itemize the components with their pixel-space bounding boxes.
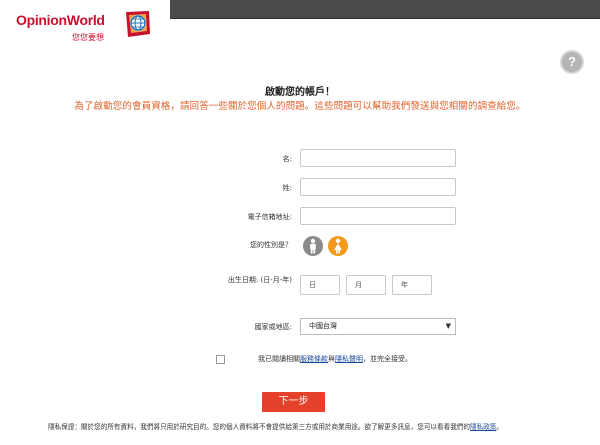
privacy-guarantee-text: 隱私保證：關於您的所有資料，我們將只用於研究目的。您的個人資料將不會提供給第三方… xyxy=(48,423,503,431)
email-label: 電子信箱地址: xyxy=(247,213,292,221)
country-select[interactable]: 中國台灣 ▼ xyxy=(300,318,456,335)
dob-day-field[interactable]: 日 xyxy=(300,275,340,295)
last-name-field[interactable] xyxy=(300,178,456,196)
page-subtitle: 為了啟動您的會員資格，請回答一些關於您個人的問題。這些問題可以幫助我們發送與您相… xyxy=(74,101,526,112)
last-name-label: 姓: xyxy=(282,184,292,192)
gender-label: 您的性別是？ xyxy=(250,241,292,249)
male-icon xyxy=(310,238,316,254)
privacy-statement-link[interactable]: 隱私聲明 xyxy=(335,355,363,363)
first-name-label: 名: xyxy=(282,155,292,163)
female-gender-button[interactable] xyxy=(328,236,348,256)
terms-agreement-text: 我已閱讀相關服務條款與隱私聲明，並完全接受。 xyxy=(258,355,412,363)
dob-label: 出生日期: (日-月-年) xyxy=(227,276,292,284)
logo-wordmark: OpinionWorld xyxy=(16,12,105,28)
female-icon xyxy=(334,238,342,254)
help-icon[interactable]: ? xyxy=(560,50,584,74)
country-label: 國家或地區: xyxy=(254,323,292,331)
globe-icon xyxy=(126,11,150,37)
page-title: 啟動您的帳戶！ xyxy=(265,87,335,98)
first-name-field[interactable] xyxy=(300,149,456,167)
terms-of-service-link[interactable]: 服務條款 xyxy=(300,355,328,363)
dob-month-field[interactable]: 月 xyxy=(346,275,386,295)
terms-checkbox[interactable] xyxy=(216,355,225,364)
dob-year-field[interactable]: 年 xyxy=(392,275,432,295)
next-button[interactable]: 下一步 xyxy=(262,392,325,412)
logo-tagline: 您您要想 xyxy=(72,33,104,42)
privacy-policy-link[interactable]: 隱私政策 xyxy=(470,423,496,431)
male-gender-button[interactable] xyxy=(303,236,323,256)
top-navigation-bar xyxy=(170,0,600,19)
email-field[interactable] xyxy=(300,207,456,225)
country-selected-value: 中國台灣 xyxy=(309,322,337,330)
opinionworld-logo[interactable]: OpinionWorld 您您要想 xyxy=(16,8,156,44)
chevron-down-icon: ▼ xyxy=(445,322,451,330)
